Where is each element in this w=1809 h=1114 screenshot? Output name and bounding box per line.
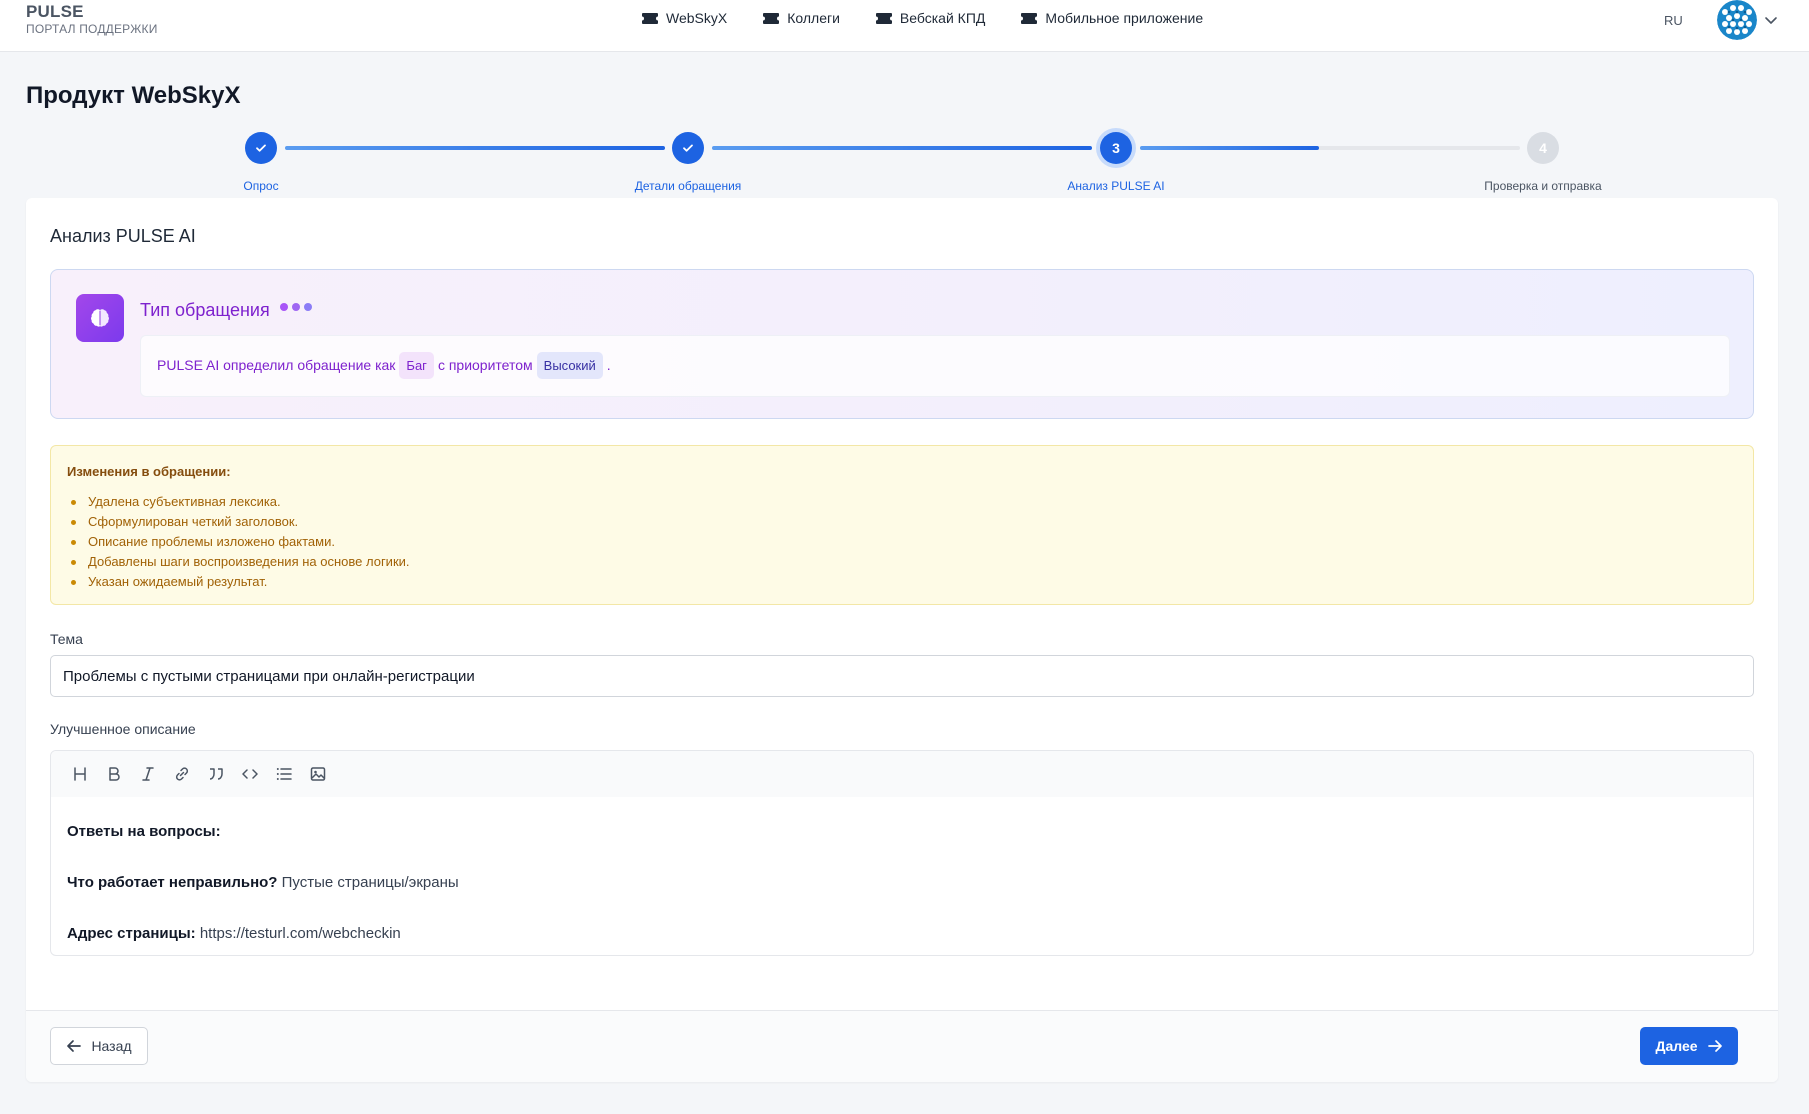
ai-text-after: . — [606, 357, 611, 373]
ai-text-middle: с приоритетом — [437, 357, 533, 373]
next-button-label: Далее — [1655, 1038, 1698, 1054]
nav-item-label: Мобильное приложение — [1045, 10, 1204, 26]
image-button[interactable] — [301, 757, 335, 791]
step-2-done[interactable] — [672, 132, 704, 164]
description-answer: https://testurl.com/webcheckin — [195, 925, 401, 942]
step-4-pending[interactable]: 4 — [1527, 132, 1559, 164]
description-answer: Пустые страницы/экраны — [277, 874, 459, 891]
code-icon — [242, 769, 258, 779]
heading-icon — [74, 767, 86, 781]
step-label: Опрос — [243, 179, 279, 193]
editor-toolbar — [51, 751, 1753, 797]
nav-item-label: WebSkyX — [666, 10, 728, 26]
ai-classification-panel: Тип обращения PULSE AI определил обращен… — [50, 269, 1754, 419]
nav-item-label: Коллеги — [787, 10, 840, 26]
arrow-right-icon — [1707, 1040, 1722, 1052]
priority-badge: Высокий — [536, 351, 603, 379]
step-number: 4 — [1539, 140, 1547, 156]
back-button[interactable]: Назад — [50, 1027, 148, 1065]
loading-dots-icon — [280, 303, 312, 311]
page-title: Продукт WebSkyX — [26, 82, 241, 109]
subject-input[interactable] — [50, 655, 1754, 697]
top-header: PULSE ПОРТАЛ ПОДДЕРЖКИ WebSkyX Коллеги В… — [0, 0, 1809, 52]
nav-item-colleagues[interactable]: Коллеги — [763, 8, 840, 28]
bold-button[interactable] — [97, 757, 131, 791]
nav-item-label: Вебскай КПД — [899, 10, 986, 26]
list-button[interactable] — [267, 757, 301, 791]
italic-icon — [142, 767, 154, 781]
analysis-card: Анализ PULSE AI Тип обращения PULSE AI о… — [26, 198, 1778, 1082]
changes-list: Удалена субъективная лексика. Сформулиро… — [71, 492, 410, 592]
editor-paragraph: Что работает неправильно? Пустые страниц… — [67, 872, 459, 898]
italic-button[interactable] — [131, 757, 165, 791]
back-button-label: Назад — [91, 1038, 132, 1054]
step-3-active[interactable]: 3 — [1100, 132, 1132, 164]
list-item: Указан ожидаемый результат. — [71, 572, 410, 592]
next-button[interactable]: Далее — [1640, 1027, 1738, 1065]
nav-item-mobile-app[interactable]: Мобильное приложение — [1021, 8, 1203, 28]
progress-stepper: 3 4 Опрос Детали обращения Анализ PULSE … — [0, 130, 1809, 196]
quote-icon — [209, 768, 223, 780]
link-icon — [175, 767, 189, 781]
quote-button[interactable] — [199, 757, 233, 791]
list-item: Добавлены шаги воспроизведения на основе… — [71, 552, 410, 572]
description-label: Улучшенное описание — [50, 721, 196, 737]
nav-item-webskai-kpd[interactable]: Вебскай КПД — [875, 8, 986, 28]
ai-result-text: PULSE AI определил обращение как Баг с п… — [157, 350, 611, 380]
brand-logo[interactable]: PULSE ПОРТАЛ ПОДДЕРЖКИ — [26, 3, 158, 37]
step-label: Детали обращения — [634, 179, 742, 193]
ai-heading: Тип обращения — [140, 300, 270, 320]
ticket-icon — [875, 12, 892, 24]
step-label: Проверка и отправка — [1484, 179, 1602, 193]
list-item: Сформулирован четкий заголовок. — [71, 512, 410, 532]
image-icon — [310, 767, 326, 781]
brand-name: PULSE — [26, 2, 84, 21]
brand-subtitle: ПОРТАЛ ПОДДЕРЖКИ — [26, 22, 158, 36]
changes-title: Изменения в обращении: — [67, 464, 231, 479]
list-icon — [276, 768, 292, 780]
link-button[interactable] — [165, 757, 199, 791]
description-question: Адрес страницы: — [67, 925, 196, 942]
ticket-icon — [642, 12, 658, 24]
code-button[interactable] — [233, 757, 267, 791]
heading-button[interactable] — [63, 757, 97, 791]
step-connector — [712, 146, 1092, 150]
type-badge: Баг — [399, 351, 434, 379]
check-icon — [683, 144, 693, 152]
ai-result-box: PULSE AI определил обращение как Баг с п… — [140, 335, 1730, 397]
section-title: Анализ PULSE AI — [50, 226, 196, 246]
arrow-left-icon — [67, 1040, 82, 1052]
chevron-down-icon[interactable] — [1764, 13, 1778, 27]
step-label: Анализ PULSE AI — [1067, 179, 1165, 193]
list-item: Удалена субъективная лексика. — [71, 492, 410, 512]
description-question: Что работает неправильно? — [67, 874, 278, 891]
step-connector — [285, 146, 665, 150]
avatar[interactable] — [1717, 0, 1757, 40]
changes-notice: Изменения в обращении: Удалена субъектив… — [50, 445, 1754, 605]
avatar-pattern-icon — [1717, 0, 1757, 40]
step-1-done[interactable] — [245, 132, 277, 164]
ai-text-before: PULSE AI определил обращение как — [157, 357, 396, 373]
description-editor[interactable]: Ответы на вопросы: Что работает неправил… — [50, 750, 1754, 956]
nav-item-webskyx[interactable]: WebSkyX — [642, 8, 727, 28]
list-item: Описание проблемы изложено фактами. — [71, 532, 410, 552]
editor-content[interactable]: Ответы на вопросы: Что работает неправил… — [67, 821, 459, 955]
editor-paragraph: Адрес страницы: https://testurl.com/webc… — [67, 923, 459, 949]
subject-label: Тема — [50, 631, 83, 647]
check-icon — [256, 144, 266, 152]
card-footer: Назад Далее — [26, 1010, 1778, 1082]
step-number: 3 — [1112, 140, 1120, 156]
ticket-icon — [1021, 12, 1038, 24]
product-nav: WebSkyX Коллеги Вебскай КПД Мобильное пр… — [642, 8, 1203, 28]
brain-icon — [76, 294, 124, 342]
description-heading: Ответы на вопросы: — [67, 823, 221, 840]
language-switcher[interactable]: RU — [1664, 13, 1683, 28]
bold-icon — [109, 767, 120, 781]
editor-paragraph: Ответы на вопросы: — [67, 821, 459, 847]
step-connector-progress — [1140, 146, 1319, 150]
ticket-icon — [763, 12, 780, 24]
